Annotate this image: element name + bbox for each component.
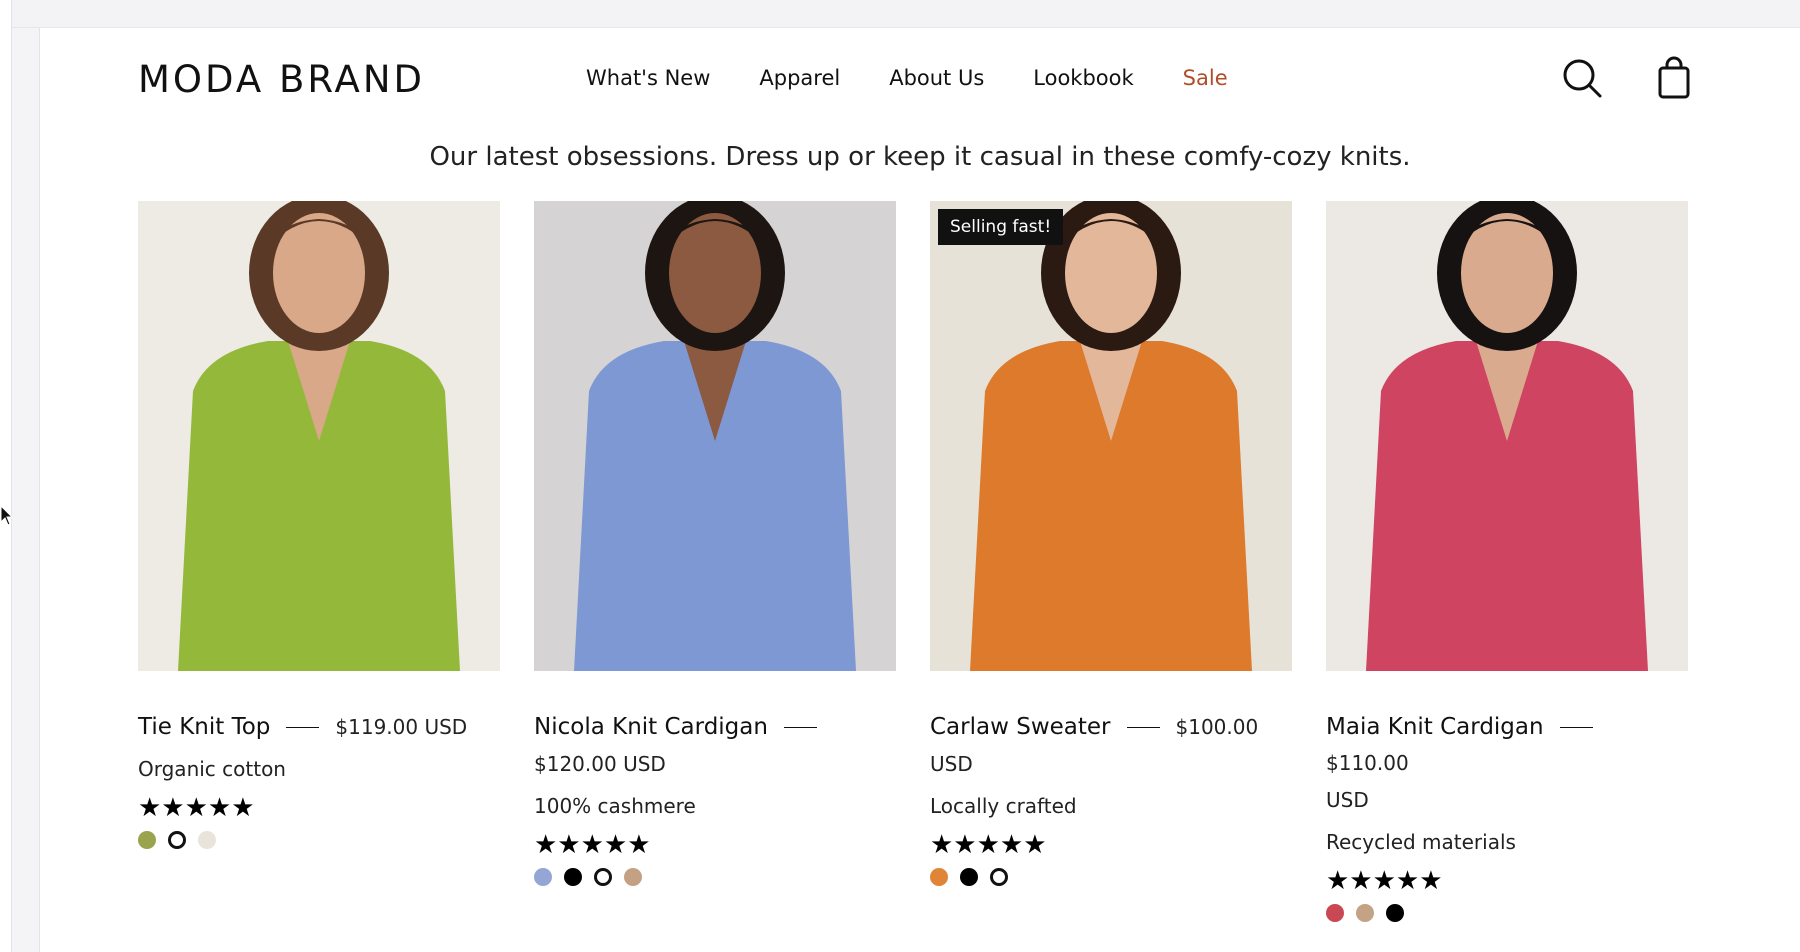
color-swatch[interactable]	[990, 868, 1008, 886]
rating-stars: ★★★★★	[1326, 866, 1443, 896]
rating-stars: ★★★★★	[930, 830, 1047, 860]
product-price: $100.00	[1175, 715, 1259, 739]
product-card[interactable]: Maia Knit Cardigan $110.00 USD Recycled …	[1326, 201, 1688, 922]
color-swatch[interactable]	[1386, 904, 1404, 922]
product-grid: Tie Knit Top $119.00 USD Organic cotton …	[138, 201, 1688, 922]
product-name[interactable]: Nicola Knit Cardigan	[534, 709, 768, 745]
product-price: $110.00	[1326, 751, 1409, 775]
collection-tagline: Our latest obsessions. Dress up or keep …	[429, 142, 1411, 172]
product-description: Locally crafted	[930, 794, 1077, 818]
model-illustration	[1326, 201, 1688, 671]
title-price-separator	[783, 726, 817, 728]
product-image[interactable]	[534, 201, 896, 671]
product-card[interactable]: Tie Knit Top $119.00 USD Organic cotton …	[138, 201, 500, 922]
nav-item-lookbook[interactable]: Lookbook	[1033, 66, 1133, 90]
color-swatch[interactable]	[1356, 904, 1374, 922]
main-nav: What's New Apparel About Us Lookbook Sal…	[586, 66, 1277, 90]
product-price: $120.00 USD	[534, 752, 666, 776]
color-swatches	[138, 831, 500, 849]
product-card[interactable]: Nicola Knit Cardigan $120.00 USD 100% ca…	[534, 201, 896, 922]
color-swatches	[1326, 904, 1688, 922]
color-swatch[interactable]	[594, 868, 612, 886]
color-swatch[interactable]	[534, 868, 552, 886]
product-name[interactable]: Carlaw Sweater	[930, 709, 1111, 745]
site-header: MODA BRAND What's New Apparel About Us L…	[40, 28, 1800, 128]
editor-left-panel	[0, 0, 12, 952]
nav-item-apparel[interactable]: Apparel	[759, 66, 840, 90]
product-image[interactable]	[1326, 201, 1688, 671]
color-swatch[interactable]	[138, 831, 156, 849]
shopping-bag-icon[interactable]	[1652, 56, 1696, 100]
color-swatches	[534, 868, 896, 886]
brand-logo[interactable]: MODA BRAND	[138, 58, 425, 101]
product-name[interactable]: Tie Knit Top	[138, 709, 270, 745]
color-swatches	[930, 868, 1292, 886]
color-swatch[interactable]	[930, 868, 948, 886]
product-description: Organic cotton	[138, 757, 286, 781]
rating-stars: ★★★★★	[534, 830, 651, 860]
model-illustration	[534, 201, 896, 671]
product-description: Recycled materials	[1326, 830, 1516, 854]
model-illustration	[930, 201, 1292, 671]
search-icon[interactable]	[1560, 56, 1604, 100]
color-swatch[interactable]	[960, 868, 978, 886]
mouse-cursor-icon	[0, 505, 14, 526]
title-price-separator	[1559, 726, 1593, 728]
browser-top-strip	[0, 0, 1800, 28]
title-price-separator	[286, 726, 320, 728]
product-price-currency: USD	[1326, 788, 1369, 812]
product-price-currency: USD	[930, 752, 973, 776]
title-price-separator	[1126, 726, 1160, 728]
model-illustration	[138, 201, 500, 671]
product-image[interactable]: Selling fast!	[930, 201, 1292, 671]
color-swatch[interactable]	[564, 868, 582, 886]
color-swatch[interactable]	[1326, 904, 1344, 922]
storefront-page: MODA BRAND What's New Apparel About Us L…	[39, 28, 1800, 952]
rating-stars: ★★★★★	[138, 793, 255, 823]
nav-item-whats-new[interactable]: What's New	[586, 66, 710, 90]
selling-fast-badge: Selling fast!	[938, 209, 1064, 245]
product-price: $119.00 USD	[335, 715, 468, 739]
product-description: 100% cashmere	[534, 794, 696, 818]
color-swatch[interactable]	[624, 868, 642, 886]
nav-item-about-us[interactable]: About Us	[889, 66, 984, 90]
product-name[interactable]: Maia Knit Cardigan	[1326, 709, 1544, 745]
color-swatch[interactable]	[198, 831, 216, 849]
product-card[interactable]: Selling fast! Carlaw Sweater $100.00 USD…	[930, 201, 1292, 922]
product-image[interactable]	[138, 201, 500, 671]
color-swatch[interactable]	[168, 831, 186, 849]
nav-item-sale[interactable]: Sale	[1183, 66, 1228, 90]
